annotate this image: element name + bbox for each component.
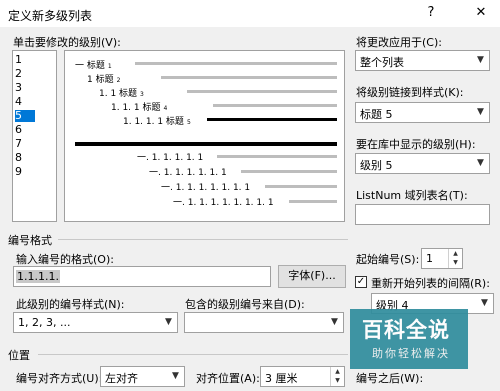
preview-pane: 一 标题 1 1 标题 2 1. 1 标题 3 1. 1. 1 标题 4 1. 1. 1. 1 … bbox=[64, 50, 345, 222]
preview-line bbox=[241, 170, 337, 173]
preview-line bbox=[161, 76, 337, 79]
number-style-label: 此级别的编号样式(N): bbox=[16, 298, 125, 311]
apply-to-combo[interactable]: 整个列表 ▼ bbox=[355, 50, 490, 71]
preview-row-text: 1 标题 2 bbox=[87, 72, 120, 85]
level-item[interactable]: 5 bbox=[15, 110, 35, 122]
preview-row-label: 一. 1. 1. 1. 1. 1 bbox=[137, 153, 204, 163]
aligned-at-value: 3 厘米 bbox=[265, 372, 298, 385]
gallery-level-combo[interactable]: 级别 5 ▼ bbox=[355, 153, 490, 174]
preview-row-label: 一. 1. 1. 1. 1. 1. 1. 1 bbox=[161, 183, 251, 193]
level-item[interactable]: 8 bbox=[15, 152, 35, 164]
preview-line bbox=[213, 104, 337, 107]
level-item[interactable]: 4 bbox=[15, 96, 35, 108]
follow-number-label: 编号之后(W): bbox=[356, 372, 424, 385]
preview-row-text: 一 标题 1 bbox=[75, 58, 112, 71]
chevron-down-icon: ▼ bbox=[331, 317, 338, 327]
watermark-title: 百科全说 bbox=[362, 318, 450, 342]
chevron-down-icon: ▼ bbox=[165, 317, 172, 327]
preview-row-label: 一. 1. 1. 1. 1. 1. 1 bbox=[149, 168, 227, 178]
start-at-spinner[interactable]: 1 ▲ ▼ bbox=[421, 248, 463, 269]
gallery-level-label: 要在库中显示的级别(H): bbox=[356, 138, 476, 151]
chevron-down-icon: ▼ bbox=[477, 107, 484, 117]
preview-line bbox=[289, 200, 337, 203]
level-item[interactable]: 3 bbox=[15, 82, 35, 94]
format-value: 1.1.1.1. bbox=[16, 270, 60, 283]
alignment-combo[interactable]: 左对齐 ▼ bbox=[100, 366, 185, 387]
level-item[interactable]: 1 bbox=[15, 54, 35, 66]
number-style-value: 1, 2, 3, ... bbox=[18, 316, 71, 329]
preview-row-level: 2 bbox=[116, 77, 121, 84]
restart-label: 重新开始列表的间隔(R): bbox=[371, 277, 490, 290]
link-style-value: 标题 5 bbox=[360, 108, 393, 121]
close-button[interactable]: ✕ bbox=[470, 4, 492, 22]
level-list-label: 单击要修改的级别(V): bbox=[13, 36, 121, 49]
number-format-section-label: 编号格式 bbox=[8, 234, 52, 247]
level-list[interactable]: 1 2 3 4 5 6 7 8 9 bbox=[12, 50, 57, 222]
aligned-at-spinner[interactable]: 3 厘米 ▲ ▼ bbox=[260, 366, 345, 387]
include-level-combo[interactable]: ▼ bbox=[184, 312, 344, 333]
preview-row-label: 1. 1. 1. 1 标题 bbox=[123, 117, 184, 127]
preview-row-level: 5 bbox=[186, 119, 191, 126]
listnum-input[interactable] bbox=[355, 204, 490, 225]
number-style-combo[interactable]: 1, 2, 3, ... ▼ bbox=[13, 312, 178, 333]
section-divider bbox=[58, 239, 348, 240]
link-style-combo[interactable]: 标题 5 ▼ bbox=[355, 102, 490, 123]
level-item[interactable]: 2 bbox=[15, 68, 35, 80]
include-level-label: 包含的级别编号来自(D): bbox=[185, 298, 305, 311]
chevron-down-icon: ▼ bbox=[481, 298, 488, 308]
aligned-at-label: 对齐位置(A): bbox=[196, 372, 260, 385]
preview-row-label: 1 标题 bbox=[87, 75, 114, 85]
preview-row-text: 1. 1. 1 标题 4 bbox=[111, 100, 167, 113]
preview-line bbox=[265, 185, 337, 188]
apply-to-value: 整个列表 bbox=[360, 56, 404, 69]
link-style-label: 将级别链接到样式(K): bbox=[356, 86, 464, 99]
preview-line bbox=[207, 118, 337, 121]
watermark-logo: 百科全说 助你轻松解决 bbox=[350, 309, 468, 369]
preview-row-level: 3 bbox=[140, 91, 144, 98]
gallery-level-value: 级别 5 bbox=[360, 159, 393, 172]
preview-row-level: 4 bbox=[163, 105, 168, 112]
chevron-down-icon: ▼ bbox=[172, 371, 179, 381]
preview-row-level: 1 bbox=[107, 63, 112, 70]
spinner-arrows-icon[interactable]: ▲ ▼ bbox=[330, 367, 344, 386]
spinner-arrows-icon[interactable]: ▲ ▼ bbox=[448, 249, 462, 268]
level-item[interactable]: 7 bbox=[15, 138, 35, 150]
restart-checkbox[interactable]: ✓ bbox=[355, 276, 367, 288]
preview-line bbox=[217, 155, 337, 158]
chevron-down-icon: ▼ bbox=[477, 158, 484, 168]
format-input[interactable]: 1.1.1.1. bbox=[13, 266, 271, 287]
preview-row-label: 1. 1 标题 bbox=[99, 89, 138, 99]
preview-row-label: 1. 1. 1 标题 bbox=[111, 103, 161, 113]
alignment-value: 左对齐 bbox=[105, 372, 138, 385]
preview-row-label: 一. 1. 1. 1. 1. 1. 1. 1. 1 bbox=[173, 198, 274, 208]
start-at-value: 1 bbox=[426, 252, 433, 265]
level-item[interactable]: 9 bbox=[15, 166, 35, 178]
dialog-title: 定义新多级列表 bbox=[8, 9, 93, 23]
start-at-label: 起始编号(S): bbox=[356, 253, 420, 266]
preview-line bbox=[135, 62, 337, 65]
preview-separator bbox=[75, 142, 337, 146]
preview-row-label: 一 标题 bbox=[75, 61, 105, 71]
preview-row-text: 1. 1 标题 3 bbox=[99, 86, 144, 99]
enter-format-label: 输入编号的格式(O): bbox=[16, 253, 114, 266]
level-item[interactable]: 6 bbox=[15, 124, 35, 136]
watermark-subtitle: 助你轻松解决 bbox=[372, 347, 450, 360]
listnum-label: ListNum 域列表名(T): bbox=[356, 189, 468, 202]
font-button[interactable]: 字体(F)... bbox=[278, 265, 346, 288]
preview-row-text: 1. 1. 1. 1 标题 5 bbox=[123, 114, 191, 127]
position-section-label: 位置 bbox=[8, 349, 30, 362]
chevron-down-icon: ▼ bbox=[477, 55, 484, 65]
preview-line bbox=[187, 90, 337, 93]
help-button[interactable]: ? bbox=[420, 4, 442, 22]
alignment-label: 编号对齐方式(U): bbox=[16, 372, 103, 385]
apply-to-label: 将更改应用于(C): bbox=[356, 36, 442, 49]
section-divider bbox=[38, 354, 348, 355]
